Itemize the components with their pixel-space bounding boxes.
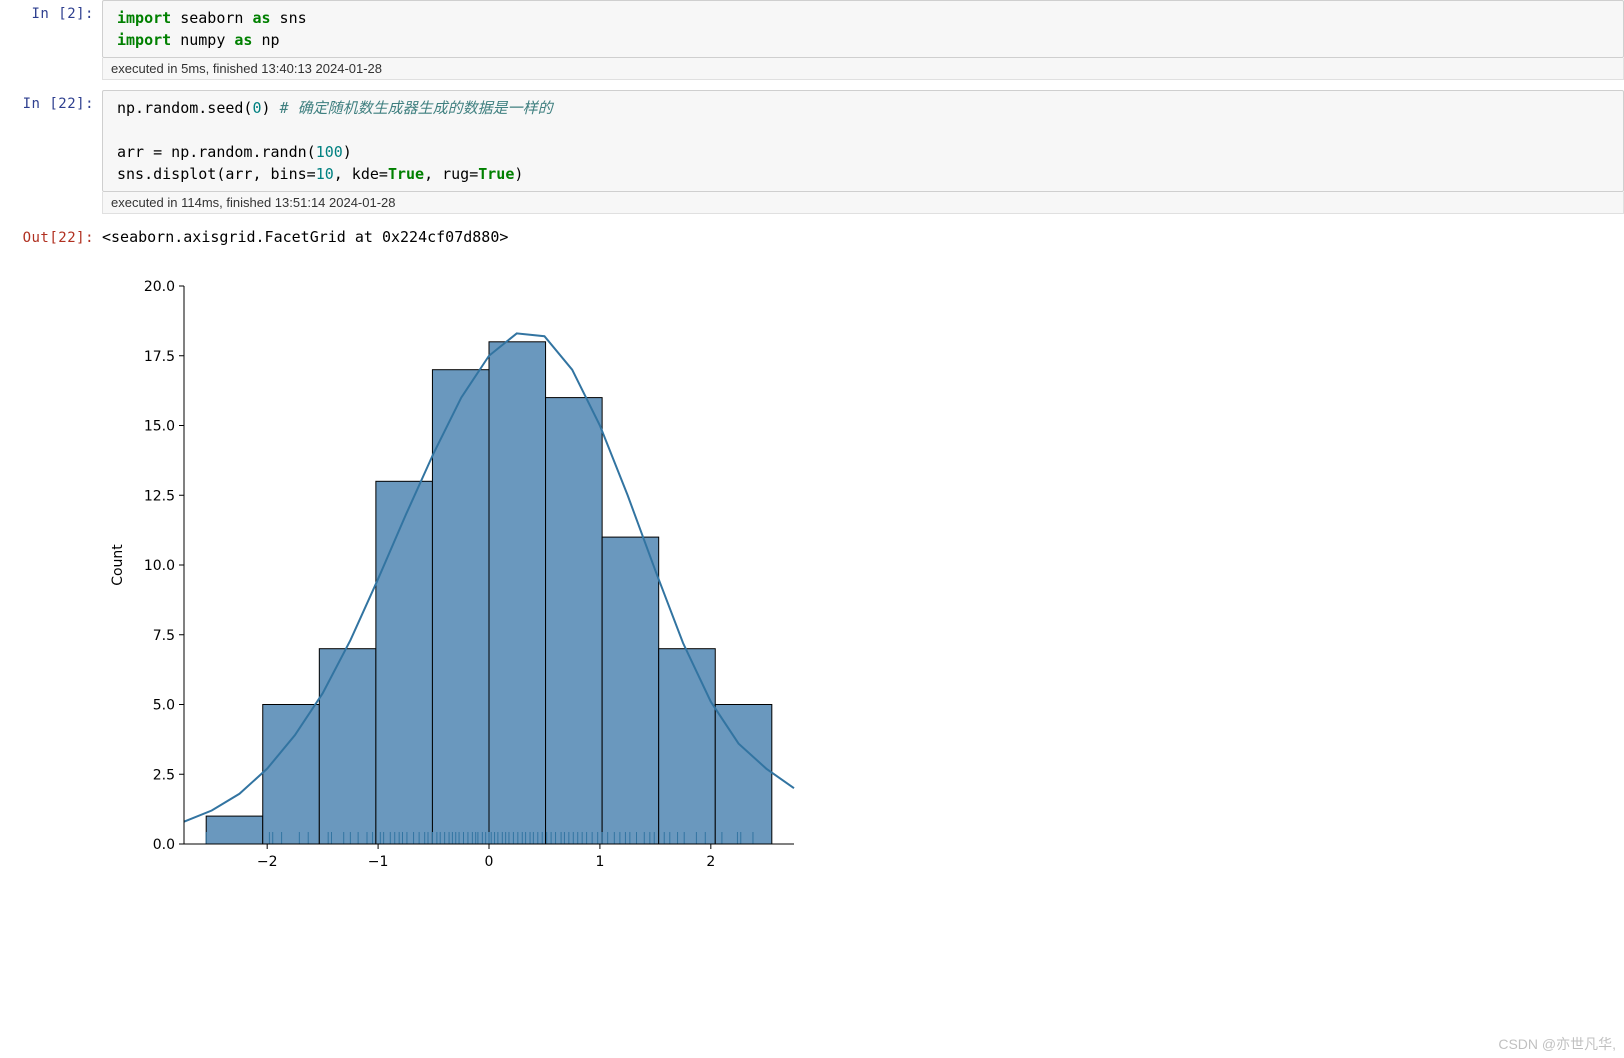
svg-text:12.5: 12.5 [144, 488, 175, 504]
out-prompt-1: Out[22]: [0, 224, 102, 246]
code-text-1: import seaborn as sns import numpy as np [107, 7, 1617, 51]
svg-text:2.5: 2.5 [153, 767, 175, 783]
svg-text:10.0: 10.0 [144, 558, 175, 574]
in-prompt-2: In [22]: [0, 90, 102, 112]
watermark: CSDN @亦世凡华, [1498, 1034, 1616, 1054]
svg-text:−1: −1 [368, 854, 389, 870]
code-cell-2: In [22]: np.random.seed(0) # 确定随机数生成器生成的… [0, 90, 1624, 214]
svg-text:20.0: 20.0 [144, 279, 175, 295]
svg-text:Count: Count [110, 544, 126, 586]
in-prompt-1: In [2]: [0, 0, 102, 22]
svg-text:5.0: 5.0 [153, 698, 175, 714]
code-input-1[interactable]: import seaborn as sns import numpy as np [102, 0, 1624, 58]
cell-body-2: np.random.seed(0) # 确定随机数生成器生成的数据是一样的 ar… [102, 90, 1624, 214]
out-text-1: <seaborn.axisgrid.FacetGrid at 0x224cf07… [102, 224, 1624, 254]
svg-text:2: 2 [706, 854, 715, 870]
exec-status-2: executed in 114ms, finished 13:51:14 202… [102, 192, 1624, 214]
svg-text:15.0: 15.0 [144, 419, 175, 435]
svg-text:7.5: 7.5 [153, 628, 175, 644]
svg-text:17.5: 17.5 [144, 349, 175, 365]
code-cell-1: In [2]: import seaborn as sns import num… [0, 0, 1624, 80]
out-body-1: <seaborn.axisgrid.FacetGrid at 0x224cf07… [102, 224, 1624, 254]
cell-body-1: import seaborn as sns import numpy as np… [102, 0, 1624, 80]
code-text-2: np.random.seed(0) # 确定随机数生成器生成的数据是一样的 ar… [107, 97, 1617, 185]
svg-text:0.0: 0.0 [153, 837, 175, 853]
svg-text:−2: −2 [257, 854, 278, 870]
code-input-2[interactable]: np.random.seed(0) # 确定随机数生成器生成的数据是一样的 ar… [102, 90, 1624, 192]
svg-text:1: 1 [595, 854, 604, 870]
plot-output: 0.0 2.5 5.0 7.5 10.0 12.5 15.0 17.5 20.0 −2 −1 0 1 2 C… [0, 264, 1624, 888]
histogram-chart: 0.0 2.5 5.0 7.5 10.0 12.5 15.0 17.5 20.0 −2 −1 0 1 2 C… [104, 264, 804, 884]
svg-text:0: 0 [485, 854, 494, 870]
exec-status-1: executed in 5ms, finished 13:40:13 2024-… [102, 58, 1624, 80]
out-cell-1: Out[22]: <seaborn.axisgrid.FacetGrid at … [0, 224, 1624, 254]
